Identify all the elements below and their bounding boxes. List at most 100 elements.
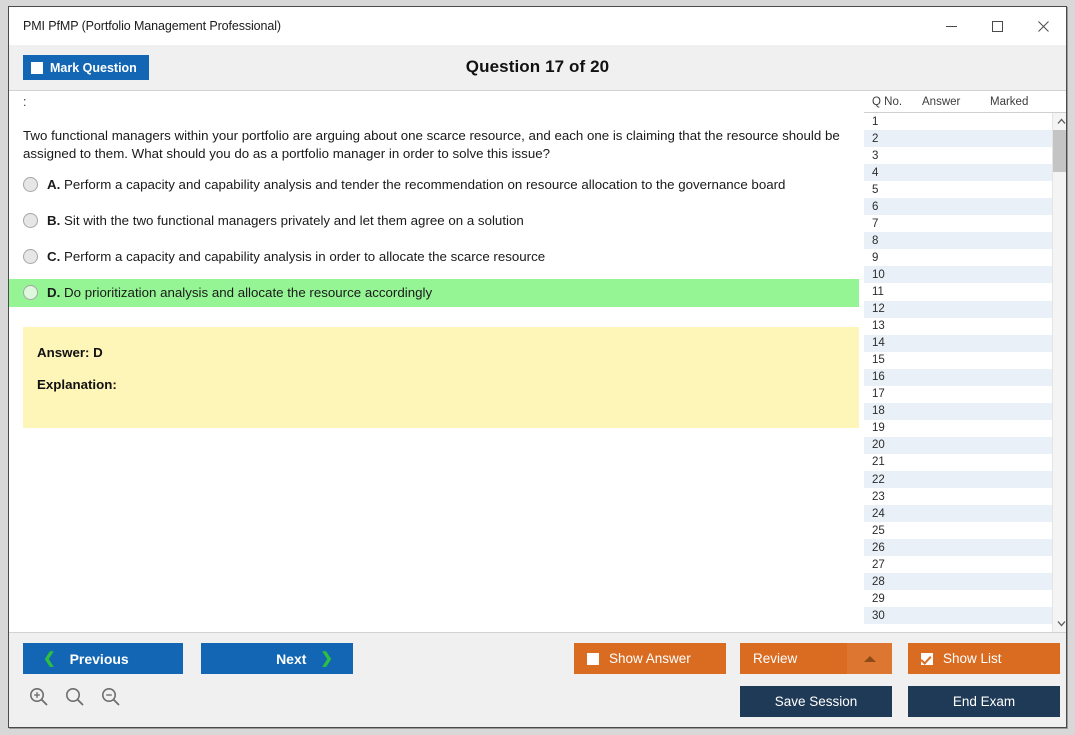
question-list-row[interactable]: 9: [864, 249, 1052, 266]
save-session-button[interactable]: Save Session: [740, 686, 892, 717]
answer-option-a[interactable]: A. Perform a capacity and capability ana…: [9, 171, 859, 199]
chevron-right-icon: ❯: [320, 650, 333, 667]
question-list-cell-qno: 19: [872, 422, 885, 435]
zoom-reset-icon[interactable]: [63, 685, 87, 709]
question-list-cell-qno: 17: [872, 388, 885, 401]
question-list-row[interactable]: 15: [864, 352, 1052, 369]
answer-option-letter: A.: [47, 177, 61, 192]
previous-label: Previous: [69, 650, 129, 667]
answer-option-text: C. Perform a capacity and capability ana…: [47, 248, 545, 266]
question-list-row[interactable]: 5: [864, 181, 1052, 198]
question-list-cell-qno: 5: [872, 183, 879, 196]
radio-button-icon[interactable]: [23, 249, 38, 264]
zoom-out-icon[interactable]: [99, 685, 123, 709]
chevron-down-icon[interactable]: [1053, 615, 1066, 632]
question-list-row[interactable]: 23: [864, 488, 1052, 505]
show-list-label: Show List: [943, 651, 1002, 666]
minimize-icon[interactable]: [928, 7, 974, 45]
question-list-row[interactable]: 4: [864, 164, 1052, 182]
question-list-cell-qno: 6: [872, 200, 879, 213]
question-list-row[interactable]: 25: [864, 522, 1052, 539]
question-list-cell-qno: 27: [872, 558, 885, 571]
title-bar: PMI PfMP (Portfolio Management Professio…: [9, 7, 1066, 45]
question-list-row[interactable]: 21: [864, 454, 1052, 471]
question-list-cell-qno: 25: [872, 524, 885, 537]
answer-option-b[interactable]: B. Sit with the two functional managers …: [9, 207, 859, 235]
question-list-cell-qno: 8: [872, 234, 879, 247]
question-list-row[interactable]: 27: [864, 556, 1052, 573]
radio-button-icon[interactable]: [23, 213, 38, 228]
question-list-row[interactable]: 20: [864, 436, 1052, 454]
question-list-row[interactable]: 7: [864, 215, 1052, 232]
question-list-row[interactable]: 28: [864, 573, 1052, 591]
question-list-row[interactable]: 1: [864, 113, 1052, 130]
question-list-cell-qno: 10: [872, 268, 885, 281]
answer-option-text: A. Perform a capacity and capability ana…: [47, 176, 785, 194]
review-dropdown-button[interactable]: Review: [740, 643, 892, 674]
question-list-row[interactable]: 8: [864, 232, 1052, 250]
app-title: PMI PfMP (Portfolio Management Professio…: [23, 19, 281, 33]
question-list-row[interactable]: 10: [864, 266, 1052, 284]
question-list-row[interactable]: 13: [864, 318, 1052, 335]
question-list-cell-qno: 12: [872, 303, 885, 316]
end-exam-button[interactable]: End Exam: [908, 686, 1060, 717]
chevron-up-icon[interactable]: [1053, 113, 1066, 130]
radio-button-icon[interactable]: [23, 177, 38, 192]
review-label: Review: [753, 651, 798, 666]
question-list-row[interactable]: 14: [864, 334, 1052, 352]
question-list-row[interactable]: 16: [864, 368, 1052, 386]
show-list-checkbox-icon: [921, 652, 933, 665]
question-list-cell-qno: 7: [872, 217, 879, 230]
save-session-label: Save Session: [774, 694, 858, 709]
question-list-row[interactable]: 22: [864, 470, 1052, 489]
question-list-cell-qno: 28: [872, 575, 885, 588]
answer-option-text: D. Do prioritization analysis and alloca…: [47, 284, 432, 302]
answer-option-c[interactable]: C. Perform a capacity and capability ana…: [9, 243, 859, 271]
end-exam-label: End Exam: [952, 694, 1016, 709]
show-answer-button[interactable]: Show Answer: [574, 643, 726, 674]
column-header-marked: Marked: [990, 95, 1029, 108]
question-list-row[interactable]: 19: [864, 420, 1052, 437]
answer-option-text: B. Sit with the two functional managers …: [47, 212, 524, 230]
question-pane: : Two functional managers within your po…: [9, 91, 860, 632]
question-list-row[interactable]: 30: [864, 607, 1052, 625]
question-list-row[interactable]: 11: [864, 283, 1052, 300]
answer-option-letter: D.: [47, 285, 61, 300]
window-controls: [928, 7, 1066, 45]
question-list-body[interactable]: 1 2 3 4 5 6 7 8 9 10 11 12 13 14 15 16 17 18 19 20 21 22 23 24 2…: [864, 113, 1066, 632]
answer-options-list: A. Perform a capacity and capability ana…: [9, 171, 859, 307]
show-answer-label: Show Answer: [609, 651, 691, 666]
answer-option-d[interactable]: D. Do prioritization analysis and alloca…: [9, 279, 859, 307]
question-list-cell-qno: 21: [872, 456, 885, 469]
explanation-line: Explanation:: [37, 377, 117, 392]
question-list-row[interactable]: 26: [864, 539, 1052, 557]
question-list-cell-qno: 22: [872, 473, 885, 486]
page-title: Question 17 of 20: [465, 57, 610, 76]
footer-toolbar: ❮ Previous Next ❯ Show Answer Review Sho…: [9, 632, 1066, 727]
question-list-scrollbar[interactable]: [1052, 113, 1066, 632]
question-list-row[interactable]: 24: [864, 505, 1052, 523]
scrollbar-thumb[interactable]: [1053, 130, 1066, 172]
answer-option-body: Sit with the two functional managers pri…: [64, 213, 524, 228]
question-list-row[interactable]: 12: [864, 300, 1052, 318]
zoom-in-icon[interactable]: [27, 685, 51, 709]
question-list-row[interactable]: 2: [864, 130, 1052, 148]
next-button[interactable]: Next ❯: [201, 643, 353, 674]
show-list-button[interactable]: Show List: [908, 643, 1060, 674]
question-list-row[interactable]: 29: [864, 590, 1052, 607]
close-icon[interactable]: [1020, 7, 1066, 45]
answer-option-letter: B.: [47, 213, 61, 228]
radio-button-icon[interactable]: [23, 285, 38, 300]
question-list-cell-qno: 18: [872, 405, 885, 418]
question-list-row[interactable]: 6: [864, 198, 1052, 216]
caret-up-icon: [864, 655, 876, 662]
question-list-cell-qno: 1: [872, 115, 879, 128]
question-list-row[interactable]: 17: [864, 386, 1052, 403]
maximize-icon[interactable]: [974, 7, 1020, 45]
question-list-row[interactable]: 18: [864, 402, 1052, 420]
question-list-cell-qno: 14: [872, 337, 885, 350]
question-list-row[interactable]: 3: [864, 147, 1052, 164]
review-dropdown-arrow[interactable]: [847, 643, 892, 674]
previous-button[interactable]: ❮ Previous: [23, 643, 183, 674]
question-text: Two functional managers within your port…: [23, 128, 840, 161]
